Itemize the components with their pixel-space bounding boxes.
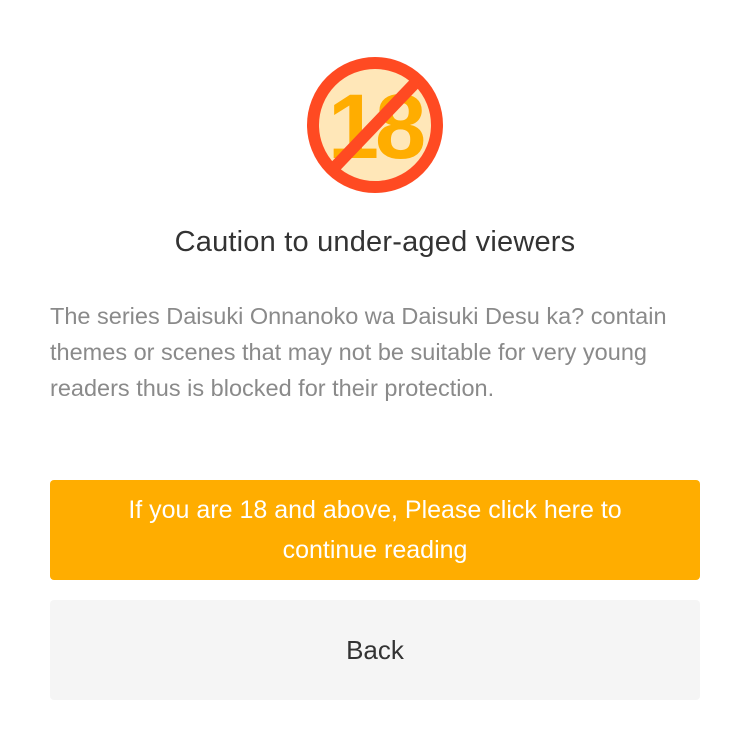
back-button[interactable]: Back [50, 600, 700, 700]
continue-reading-button[interactable]: If you are 18 and above, Please click he… [50, 480, 700, 580]
age-warning-dialog: 18 Caution to under-aged viewers The ser… [0, 0, 750, 740]
continue-reading-label: If you are 18 and above, Please click he… [128, 496, 622, 564]
dialog-title: Caution to under-aged viewers [174, 226, 576, 258]
back-label: Back [346, 634, 404, 665]
no-under-18-icon: 18 [305, 55, 445, 195]
dialog-message: The series Daisuki Onnanoko wa Daisuki D… [50, 303, 667, 401]
